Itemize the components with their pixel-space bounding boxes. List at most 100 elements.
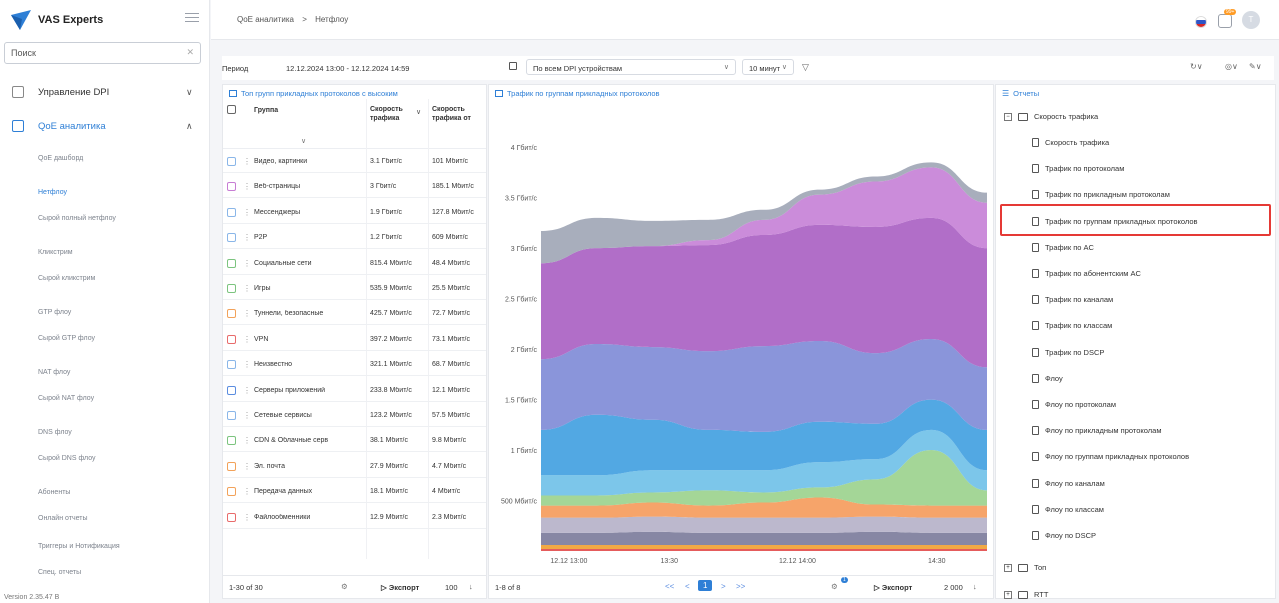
clear-icon[interactable]: ✕ — [186, 47, 194, 58]
folder-traffic-speed[interactable]: − Скорость трафика — [1004, 112, 1098, 121]
drag-handle-icon[interactable]: ⋮ — [243, 411, 251, 420]
row-checkbox[interactable] — [227, 233, 236, 243]
column-header-speed-from[interactable]: Скорость трафика от — [432, 105, 486, 123]
table-row[interactable]: ⋮ CDN & Облачные серв 38.1 Мбит/с 9.8 Мбит/… — [223, 430, 486, 453]
drag-handle-icon[interactable]: ⋮ — [243, 157, 251, 166]
filter-funnel-icon[interactable]: ▽ — [802, 62, 809, 73]
drag-handle-icon[interactable]: ⋮ — [243, 182, 251, 191]
sidebar-item-triggers[interactable]: Триггеры и Нотификация — [38, 543, 120, 550]
table-row[interactable]: ⋮ Социальные сети 815.4 Мбит/с 48.4 Мбит/с — [223, 253, 486, 275]
sidebar-item-raw-dns-flow[interactable]: Сырой DNS флоу — [38, 455, 96, 462]
report-item[interactable]: Скорость трафика — [1032, 138, 1109, 147]
area-series[interactable] — [541, 548, 987, 551]
table-row[interactable]: ⋮ Туннели, безопасные 425.7 Мбит/с 72.7 Мби… — [223, 303, 486, 326]
sidebar-item-netflow[interactable]: Нетфлоу — [38, 189, 67, 196]
page-last-button[interactable]: >> — [736, 582, 745, 591]
report-item[interactable]: Трафик по AC — [1032, 242, 1094, 252]
row-checkbox[interactable] — [227, 309, 236, 319]
table-row[interactable]: ⋮ Серверы приложений 233.8 Мбит/с 12.1 Мбит… — [223, 380, 486, 402]
breadcrumb-root[interactable]: QoE аналитика — [237, 15, 294, 24]
sidebar-item-nat-flow[interactable]: NAT флоу — [38, 369, 70, 376]
sidebar-item-dns-flow[interactable]: DNS флоу — [38, 429, 72, 436]
report-item[interactable]: Флоу по DSCP — [1032, 531, 1096, 540]
drag-handle-icon[interactable]: ⋮ — [243, 259, 251, 268]
export-button[interactable]: ▷ Экспорт — [874, 583, 912, 592]
settings-icon[interactable]: ⚙ — [341, 582, 348, 591]
area-series[interactable] — [541, 544, 987, 549]
refresh-icon[interactable]: ↻∨ — [1190, 62, 1203, 71]
calendar-icon[interactable] — [509, 62, 517, 70]
brand-logo[interactable]: VAS Experts — [10, 9, 103, 31]
report-item[interactable]: Трафик по DSCP — [1032, 347, 1104, 357]
table-row[interactable]: ⋮ Файлообменники 12.9 Мбит/с 2.3 Мбит/с — [223, 507, 486, 529]
page-current-button[interactable]: 1 — [698, 580, 713, 591]
report-item[interactable]: Флоу по каналам — [1032, 478, 1105, 488]
page-next-button[interactable]: > — [721, 582, 726, 591]
folder-top[interactable]: + Топ — [1004, 563, 1046, 572]
row-checkbox[interactable] — [227, 284, 236, 293]
expand-icon[interactable]: + — [1004, 590, 1012, 599]
drag-handle-icon[interactable]: ⋮ — [243, 513, 251, 522]
sidebar-item-gtp-flow[interactable]: GTP флоу — [38, 309, 71, 316]
table-row[interactable]: ⋮ Веб-страницы 3 Гбит/с 185.1 Мбит/с — [223, 176, 486, 199]
sidebar-item-clickstream[interactable]: Кликстрим — [38, 249, 73, 256]
drag-handle-icon[interactable]: ⋮ — [243, 386, 251, 395]
page-first-button[interactable]: << — [665, 582, 674, 591]
table-row[interactable]: ⋮ VPN 397.2 Мбит/с 73.1 Мбит/с — [223, 329, 486, 351]
drag-handle-icon[interactable]: ⋮ — [243, 284, 251, 293]
drag-handle-icon[interactable]: ⋮ — [243, 360, 251, 369]
area-series[interactable] — [541, 516, 987, 533]
report-item[interactable]: Трафик по классам — [1032, 321, 1112, 331]
device-select[interactable]: По всем DPI устройствам ∨ — [526, 59, 736, 75]
row-checkbox[interactable] — [227, 512, 236, 522]
area-chart[interactable]: 4 Гбит/с 3.5 Гбит/с 3 Гбит/с 2.5 Гбит/с 2 Гб… — [489, 99, 993, 575]
drag-handle-icon[interactable]: ⋮ — [243, 462, 251, 471]
sidebar-item-online-reports[interactable]: Онлайн отчеты — [38, 515, 88, 522]
interval-select[interactable]: 10 минут ∨ — [742, 59, 794, 75]
avatar[interactable]: T — [1242, 11, 1260, 29]
row-checkbox[interactable] — [227, 487, 236, 497]
report-item[interactable]: Флоу по протоколам — [1032, 400, 1116, 409]
table-row[interactable]: ⋮ Сетевые сервисы 123.2 Мбит/с 57.5 Мбит/с — [223, 405, 486, 427]
row-checkbox[interactable] — [227, 334, 236, 344]
sidebar-item-raw-nat-flow[interactable]: Сырой NAT флоу — [38, 395, 94, 402]
column-header-speed[interactable]: Скорость трафика — [370, 105, 414, 123]
table-row[interactable]: ⋮ Неизвестно 321.1 Мбит/с 68.7 Мбит/с — [223, 354, 486, 377]
menu-toggle-icon[interactable] — [185, 10, 199, 24]
search-input[interactable]: Поиск ✕ — [4, 42, 201, 64]
drag-handle-icon[interactable]: ⋮ — [243, 436, 251, 445]
period-input[interactable]: 12.12.2024 13:00 - 12.12.2024 14:59 — [286, 64, 409, 73]
report-item[interactable]: Флоу — [1032, 373, 1063, 383]
sidebar-item-raw-netflow[interactable]: Сырой полный нетфлоу — [38, 215, 116, 222]
row-checkbox[interactable] — [227, 436, 236, 446]
table-row[interactable]: ⋮ P2P 1.2 Гбит/с 609 Мбит/с — [223, 227, 486, 250]
sidebar-item-qoe-dashboard[interactable]: QoE дашборд — [38, 155, 83, 162]
drag-handle-icon[interactable]: ⋮ — [243, 487, 251, 496]
table-row[interactable]: ⋮ Передача данных 18.1 Мбит/с 4 Мбит/с — [223, 481, 486, 504]
column-header-group[interactable]: Группа — [254, 107, 366, 114]
row-checkbox[interactable] — [227, 258, 236, 268]
sidebar-item-raw-gtp-flow[interactable]: Сырой GTP флоу — [38, 335, 95, 342]
sidebar-section-dpi[interactable]: Управление DPI ∨ — [0, 78, 210, 106]
report-item[interactable]: Флоу по прикладным протоколам — [1032, 426, 1161, 436]
sidebar-item-special-reports[interactable]: Спец. отчеты — [38, 569, 81, 576]
table-row[interactable]: ⋮ Игры 535.9 Мбит/с 25.5 Мбит/с — [223, 278, 486, 300]
sidebar-section-qoe[interactable]: QoE аналитика ∧ — [0, 112, 210, 140]
download-icon[interactable]: ↓ — [469, 582, 473, 591]
row-checkbox[interactable] — [227, 461, 236, 471]
table-row[interactable]: ⋮ Эл. почта 27.9 Мбит/с 4.7 Мбит/с — [223, 456, 486, 478]
expand-icon[interactable]: + — [1004, 563, 1012, 572]
report-item[interactable]: Флоу по классам — [1032, 504, 1104, 514]
visibility-icon[interactable]: ◎∨ — [1225, 62, 1238, 71]
row-checkbox[interactable] — [227, 207, 236, 217]
export-button[interactable]: ▷ Экспорт — [381, 583, 419, 592]
page-size-select[interactable]: 100 — [445, 583, 458, 592]
row-checkbox[interactable] — [227, 157, 236, 166]
language-flag-icon[interactable] — [1195, 16, 1207, 28]
report-item[interactable]: Трафик по каналам — [1032, 295, 1113, 305]
notifications-icon[interactable]: 99+ — [1218, 9, 1237, 28]
settings-icon[interactable]: ⚙ — [831, 582, 838, 591]
row-checkbox[interactable] — [227, 360, 236, 370]
select-all-checkbox[interactable] — [227, 105, 236, 114]
drag-handle-icon[interactable]: ⋮ — [243, 309, 251, 318]
